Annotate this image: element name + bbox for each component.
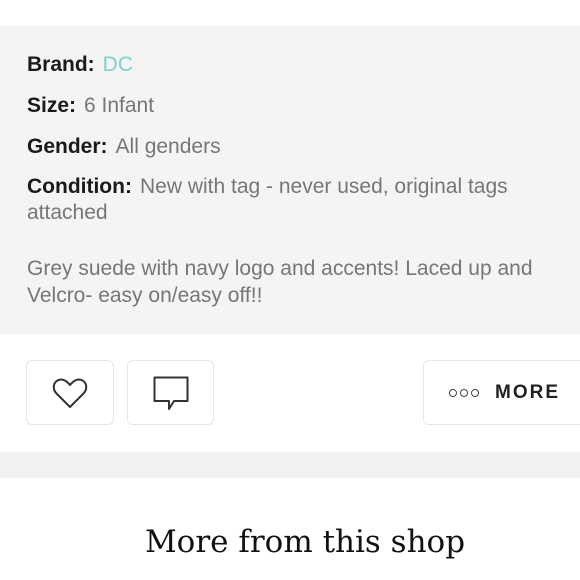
size-row: Size: 6 Infant (27, 93, 154, 119)
condition-row: Condition: New with tag - never used, ori… (27, 174, 572, 226)
like-button[interactable] (26, 360, 114, 425)
more-label: MORE (495, 382, 560, 403)
brand-row: Brand: DC (27, 52, 133, 78)
more-from-shop-section: More from this shop (0, 478, 580, 580)
more-button[interactable]: MORE (423, 360, 580, 425)
brand-link[interactable]: DC (103, 53, 133, 76)
condition-label: Condition: (27, 175, 132, 198)
gender-label: Gender: (27, 135, 108, 158)
more-from-shop-title: More from this shop (144, 524, 466, 560)
top-spacer (0, 0, 580, 26)
item-description: Grey suede with navy logo and accents! L… (27, 257, 533, 307)
gender-value: All genders (115, 135, 221, 158)
dots-icon (449, 361, 479, 424)
gender-row: Gender: All genders (27, 134, 221, 160)
action-bar: MORE (0, 334, 580, 452)
item-details-panel: Brand: DC Size: 6 Infant Gender: All gender… (0, 26, 580, 334)
heart-icon (52, 378, 88, 408)
comment-icon (153, 376, 189, 410)
brand-label: Brand: (27, 53, 95, 76)
size-label: Size: (27, 94, 77, 117)
section-divider (0, 452, 580, 478)
comment-button[interactable] (127, 360, 214, 425)
size-value: 6 Infant (84, 94, 155, 117)
